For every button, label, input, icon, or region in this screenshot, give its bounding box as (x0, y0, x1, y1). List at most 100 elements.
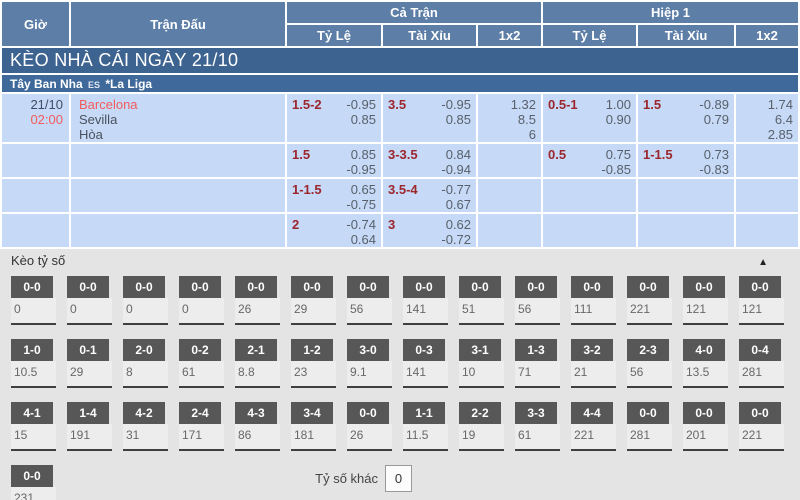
score-odds-box[interactable]: 4-386 (235, 402, 280, 451)
other-score-control: Tỷ số khác (0, 465, 412, 492)
score-odds-value: 221 (627, 298, 672, 323)
match-cell (71, 179, 285, 212)
score-odds-box[interactable]: 1-4191 (67, 402, 112, 451)
score-odds-box[interactable]: 2-356 (627, 339, 672, 388)
score-odds-box[interactable]: 2-219 (459, 402, 504, 451)
score-odds-value: 221 (571, 424, 616, 449)
score-odds-value: 0 (11, 298, 56, 323)
h1-handicap-cell[interactable]: 0.5 0.75-0.85 (543, 144, 636, 177)
ft-over-under-cell[interactable]: 3.5 -0.950.85 (383, 94, 476, 142)
col-header-ft-over-under: Tài Xỉu (383, 25, 476, 46)
score-odds-box[interactable]: 0-029 (291, 276, 336, 325)
score-odds-box[interactable]: 3-110 (459, 339, 504, 388)
over-under-line: 3.5 (388, 97, 406, 112)
odds-row-2: 1.5 0.85-0.95 3-3.5 0.84-0.94 0.5 0.75-0… (2, 144, 798, 177)
h1-over-under-cell[interactable]: 1.5 -0.890.79 (638, 94, 734, 142)
score-odds-box[interactable]: 0-0111 (571, 276, 616, 325)
score-label: 3-2 (571, 339, 613, 361)
ft-1x2-cell[interactable]: 1.328.56 (478, 94, 541, 142)
score-odds-box[interactable]: 0-3141 (403, 339, 448, 388)
score-odds-box[interactable]: 4-231 (123, 402, 168, 451)
score-odds-box[interactable]: 0-0121 (683, 276, 728, 325)
h1-1x2-cell (736, 214, 798, 247)
score-odds-box[interactable]: 3-4181 (291, 402, 336, 451)
col-group-full-time: Cả Trận (287, 2, 541, 23)
score-odds-value: 10 (459, 361, 504, 386)
away-team[interactable]: Sevilla (79, 112, 285, 127)
score-odds-box[interactable]: 1-010.5 (11, 339, 56, 388)
score-odds-box[interactable]: 0-0201 (683, 402, 728, 451)
score-label: 0-0 (179, 276, 221, 298)
league-banner[interactable]: Tây Ban Nha es *La Liga (2, 75, 798, 92)
ft-1x2-cell (478, 179, 541, 212)
score-odds-value: 281 (739, 361, 784, 386)
league-country: Tây Ban Nha (10, 77, 83, 91)
handicap-line: 0.5-1 (548, 97, 578, 112)
match-cell[interactable]: Barcelona Sevilla Hòa (71, 94, 285, 142)
score-odds-box[interactable]: 1-223 (291, 339, 336, 388)
score-label: 3-3 (515, 402, 557, 424)
score-label: 0-0 (11, 276, 53, 298)
h1-over-under-cell (638, 214, 734, 247)
score-odds-box[interactable]: 0-0121 (739, 276, 784, 325)
score-odds-box[interactable]: 0-129 (67, 339, 112, 388)
match-date: 21/10 (2, 97, 63, 112)
score-odds-value: 0 (123, 298, 168, 323)
score-label: 0-4 (739, 339, 781, 361)
score-odds-box[interactable]: 0-0221 (627, 276, 672, 325)
score-odds-box[interactable]: 0-026 (347, 402, 392, 451)
score-odds-box[interactable]: 0-056 (347, 276, 392, 325)
score-odds-box[interactable]: 0-0141 (403, 276, 448, 325)
score-label: 3-4 (291, 402, 333, 424)
score-odds-box[interactable]: 0-0281 (627, 402, 672, 451)
score-odds-box[interactable]: 0-051 (459, 276, 504, 325)
h1-handicap-cell[interactable]: 0.5-1 1.000.90 (543, 94, 636, 142)
score-label: 0-0 (627, 402, 669, 424)
score-odds-box[interactable]: 2-18.8 (235, 339, 280, 388)
score-odds-box[interactable]: 0-0221 (739, 402, 784, 451)
score-odds-box[interactable]: 2-08 (123, 339, 168, 388)
score-odds-box[interactable]: 0-00 (123, 276, 168, 325)
score-label: 3-0 (347, 339, 389, 361)
score-label: 2-2 (459, 402, 501, 424)
ft-over-under-cell[interactable]: 3-3.5 0.84-0.94 (383, 144, 476, 177)
score-odds-box[interactable]: 0-00 (67, 276, 112, 325)
ft-handicap-cell[interactable]: 1.5 0.85-0.95 (287, 144, 381, 177)
score-odds-value: 141 (403, 298, 448, 323)
score-odds-box[interactable]: 0-4281 (739, 339, 784, 388)
ft-over-under-cell[interactable]: 3.5-4 -0.770.67 (383, 179, 476, 212)
score-odds-value: 221 (739, 424, 784, 449)
score-odds-box[interactable]: 4-115 (11, 402, 56, 451)
score-label: 0-0 (67, 276, 109, 298)
score-odds-box[interactable]: 3-09.1 (347, 339, 392, 388)
home-team[interactable]: Barcelona (79, 97, 285, 112)
ft-handicap-cell[interactable]: 1-1.5 0.65-0.75 (287, 179, 381, 212)
score-odds-box[interactable]: 0-026 (235, 276, 280, 325)
collapse-arrow-icon[interactable]: ▲ (758, 257, 768, 268)
score-label: 0-3 (403, 339, 445, 361)
score-label: 0-0 (739, 402, 781, 424)
score-odds-box[interactable]: 2-4171 (179, 402, 224, 451)
score-odds-box[interactable]: 3-221 (571, 339, 616, 388)
ft-handicap-cell[interactable]: 2 -0.740.64 (287, 214, 381, 247)
draw-label[interactable]: Hòa (79, 127, 285, 142)
ft-handicap-cell[interactable]: 1.5-2 -0.950.85 (287, 94, 381, 142)
score-odds-box[interactable]: 0-00 (179, 276, 224, 325)
score-odds-box[interactable]: 0-056 (515, 276, 560, 325)
score-odds-box[interactable]: 1-371 (515, 339, 560, 388)
score-odds-box[interactable]: 3-361 (515, 402, 560, 451)
h1-1x2-cell[interactable]: 1.746.42.85 (736, 94, 798, 142)
h1-over-under-cell[interactable]: 1-1.5 0.73-0.83 (638, 144, 734, 177)
score-odds-value: 21 (571, 361, 616, 386)
score-odds-box[interactable]: 4-013.5 (683, 339, 728, 388)
score-odds-box[interactable]: 1-111.5 (403, 402, 448, 451)
ft-over-under-cell[interactable]: 3 0.62-0.72 (383, 214, 476, 247)
score-label: 2-1 (235, 339, 277, 361)
over-under-line: 1.5 (643, 97, 661, 112)
score-odds-box[interactable]: 0-261 (179, 339, 224, 388)
score-odds-box[interactable]: 0-00 (11, 276, 56, 325)
score-odds-value: 201 (683, 424, 728, 449)
score-label: 0-0 (571, 276, 613, 298)
other-score-input[interactable] (385, 465, 412, 492)
score-odds-box[interactable]: 4-4221 (571, 402, 616, 451)
